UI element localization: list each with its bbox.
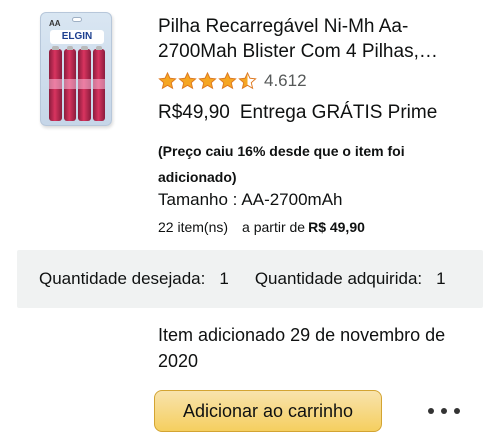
rating[interactable]: 4.612 <box>158 71 307 91</box>
product-title-line: Pilha Recarregável Ni-Mh Aa- <box>158 16 409 37</box>
star-rating <box>158 72 258 90</box>
price-drop-line: (Preço caiu 16% desde que o item foi <box>158 143 405 159</box>
rating-count: 4.612 <box>264 71 307 90</box>
delivery-info: Entrega GRÁTIS Prime <box>239 102 438 123</box>
size-label: Tamanho : <box>158 190 238 209</box>
star-half-icon <box>238 72 257 90</box>
product-title-link[interactable]: Pilha Recarregável Ni-Mh Aa- 2700Mah Bli… <box>158 14 478 64</box>
offers-from: a partir de <box>242 219 306 235</box>
quantity-panel: Quantidade desejada: 1 Quantidade adquiri… <box>17 250 483 308</box>
more-options-button[interactable] <box>428 402 460 420</box>
price: R$49,90 <box>158 102 230 123</box>
desired-quantity-label: Quantidade desejada: <box>39 269 206 288</box>
battery-cells <box>49 46 105 121</box>
offers-count: 22 item(ns) <box>158 219 229 235</box>
add-to-cart-button[interactable]: Adicionar ao carrinho <box>154 390 382 432</box>
size-value: AA-2700mAh <box>241 190 343 209</box>
product-image-size-tag: AA <box>49 19 61 28</box>
more-horizontal-icon <box>441 408 447 414</box>
price-row: R$49,90 Entrega GRÁTIS Prime <box>158 102 437 124</box>
offers-link[interactable]: 22 item(ns) a partir de R$ 49,90 <box>158 219 365 235</box>
offers-price: R$ 49,90 <box>308 219 365 235</box>
battery-cell <box>78 46 91 121</box>
battery-cell <box>49 46 62 121</box>
battery-cell <box>92 46 105 121</box>
star-full-icon <box>198 72 217 90</box>
hang-hole <box>72 17 82 22</box>
added-date-line: 2020 <box>158 351 199 371</box>
product-image-brand: ELGIN <box>50 30 104 44</box>
product-title-line: 2700Mah Blister Com 4 Pilhas,… <box>158 41 438 62</box>
acquired-quantity-label: Quantidade adquirida: <box>254 269 423 288</box>
more-horizontal-icon <box>428 408 434 414</box>
added-date: Item adicionado 29 de novembro de 2020 <box>158 322 468 374</box>
price-drop-notice: (Preço caiu 16% desde que o item foi adi… <box>158 138 458 190</box>
star-full-icon <box>158 72 177 90</box>
star-full-icon <box>178 72 197 90</box>
acquired-quantity-value: 1 <box>436 269 446 288</box>
battery-cell <box>63 46 76 121</box>
price-drop-line: adicionado) <box>158 169 237 185</box>
added-date-line: Item adicionado 29 de novembro de <box>158 325 446 345</box>
size-row: Tamanho : AA-2700mAh <box>158 190 343 210</box>
wishlist-item: AA ELGIN Pilha Recarregável Ni-Mh Aa- 27… <box>0 0 500 448</box>
star-full-icon <box>218 72 237 90</box>
battery-blister-pack: AA ELGIN <box>40 12 112 126</box>
more-horizontal-icon <box>454 408 460 414</box>
product-image[interactable]: AA ELGIN <box>40 12 116 130</box>
desired-quantity-value: 1 <box>219 269 229 288</box>
